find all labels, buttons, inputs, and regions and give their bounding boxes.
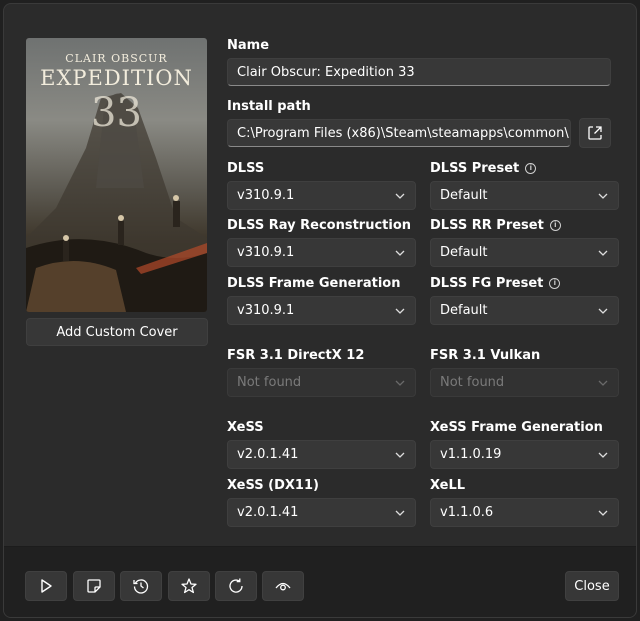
xess-fg-version-select[interactable]: v1.1.0.19 — [430, 440, 619, 469]
add-custom-cover-label: Add Custom Cover — [56, 324, 178, 340]
chevron-down-icon — [598, 380, 608, 386]
info-icon[interactable]: i — [549, 278, 561, 289]
xell-version-value: v1.1.0.6 — [440, 505, 494, 520]
xell-label: XeLL — [430, 478, 466, 493]
fsr-vulkan-value: Not found — [440, 375, 505, 390]
dlss-label: DLSS — [227, 161, 265, 176]
refresh-icon — [229, 578, 243, 593]
dlss-fg-preset-label: DLSS FG Preset i — [430, 276, 561, 291]
fsr-vulkan-label: FSR 3.1 Vulkan — [430, 348, 541, 363]
notes-button[interactable] — [73, 571, 115, 601]
dlss-rr-version-value: v310.9.1 — [237, 245, 295, 260]
fsr-dx12-value: Not found — [237, 375, 302, 390]
cover-title-large: EXPEDITION — [40, 66, 193, 90]
dlss-fg-preset-select[interactable]: Default — [430, 296, 619, 325]
dlss-rr-preset-value: Default — [440, 245, 488, 260]
dialog-footer: Close — [4, 546, 636, 617]
info-icon[interactable]: i — [549, 220, 561, 231]
game-settings-dialog: CLAIR OBSCUR EXPEDITION 33 Add Custom Co… — [3, 3, 637, 618]
xess-dx11-label: XeSS (DX11) — [227, 478, 319, 493]
chevron-down-icon — [598, 510, 608, 516]
dlss-fg-preset-label-text: DLSS FG Preset — [430, 276, 544, 291]
dlss-fg-version-value: v310.9.1 — [237, 303, 295, 318]
play-icon — [41, 579, 52, 593]
chevron-down-icon — [395, 193, 405, 199]
dlss-version-value: v310.9.1 — [237, 188, 295, 203]
launch-game-button[interactable] — [25, 571, 67, 601]
xess-label: XeSS — [227, 420, 264, 435]
install-path-input[interactable]: C:\Program Files (x86)\Steam\steamapps\c… — [227, 119, 571, 147]
name-label: Name — [227, 38, 270, 53]
dlss-rr-preset-select[interactable]: Default — [430, 238, 619, 267]
dlss-preset-select[interactable]: Default — [430, 181, 619, 210]
dlss-fg-preset-value: Default — [440, 303, 488, 318]
fsr-vulkan-select: Not found — [430, 368, 619, 397]
cover-title-small: CLAIR OBSCUR — [65, 52, 168, 65]
dlss-preset-label: DLSS Preset i — [430, 161, 537, 176]
close-button-label: Close — [574, 578, 610, 594]
add-custom-cover-button[interactable]: Add Custom Cover — [26, 318, 208, 346]
history-icon — [133, 579, 149, 594]
dlss-rr-version-select[interactable]: v310.9.1 — [227, 238, 416, 267]
dlss-version-select[interactable]: v310.9.1 — [227, 181, 416, 210]
xess-version-value: v2.0.1.41 — [237, 447, 299, 462]
chevron-down-icon — [598, 452, 608, 458]
dlss-preset-label-text: DLSS Preset — [430, 161, 520, 176]
chevron-down-icon — [598, 193, 608, 199]
refresh-button[interactable] — [215, 571, 257, 601]
history-button[interactable] — [120, 571, 162, 601]
dlss-rr-preset-label-text: DLSS RR Preset — [430, 218, 544, 233]
chevron-down-icon — [395, 380, 405, 386]
open-folder-button[interactable] — [579, 118, 611, 148]
favourite-button[interactable] — [168, 571, 210, 601]
dlss-preset-value: Default — [440, 188, 488, 203]
chevron-down-icon — [395, 250, 405, 256]
game-cover-image: CLAIR OBSCUR EXPEDITION 33 — [26, 38, 207, 312]
chevron-down-icon — [598, 250, 608, 256]
info-icon[interactable]: i — [525, 163, 537, 174]
chevron-down-icon — [395, 308, 405, 314]
chevron-down-icon — [395, 452, 405, 458]
eye-icon — [275, 582, 291, 591]
xess-dx11-version-value: v2.0.1.41 — [237, 505, 299, 520]
fsr-dx12-label: FSR 3.1 DirectX 12 — [227, 348, 365, 363]
xess-fg-version-value: v1.1.0.19 — [440, 447, 502, 462]
xess-version-select[interactable]: v2.0.1.41 — [227, 440, 416, 469]
star-icon — [181, 578, 197, 594]
fsr-dx12-select: Not found — [227, 368, 416, 397]
xell-version-select[interactable]: v1.1.0.6 — [430, 498, 619, 527]
dlss-rr-label: DLSS Ray Reconstruction — [227, 218, 412, 233]
dlss-fg-version-select[interactable]: v310.9.1 — [227, 296, 416, 325]
xess-fg-label: XeSS Frame Generation — [430, 420, 603, 435]
cover-title-number: 33 — [91, 90, 142, 136]
sticky-note-icon — [87, 579, 101, 593]
close-button[interactable]: Close — [565, 571, 619, 601]
visibility-button[interactable] — [262, 571, 304, 601]
name-input[interactable]: Clair Obscur: Expedition 33 — [227, 58, 611, 86]
install-path-label: Install path — [227, 99, 311, 114]
xess-dx11-version-select[interactable]: v2.0.1.41 — [227, 498, 416, 527]
dlss-fg-label: DLSS Frame Generation — [227, 276, 401, 291]
open-external-icon — [588, 126, 602, 140]
chevron-down-icon — [395, 510, 405, 516]
dlss-rr-preset-label: DLSS RR Preset i — [430, 218, 561, 233]
chevron-down-icon — [598, 308, 608, 314]
